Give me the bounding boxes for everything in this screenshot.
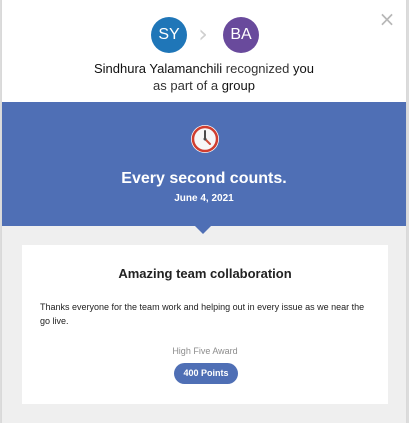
recognition-line-1: Sindhura Yalamanchili recognized you	[2, 61, 406, 76]
sender-name: Sindhura Yalamanchili	[94, 61, 223, 76]
close-icon[interactable]: ×	[378, 9, 396, 29]
group-prefix: as part of a	[153, 78, 219, 93]
group-word: group	[221, 78, 255, 93]
recipient-word: you	[293, 61, 314, 76]
chevron-right-icon: ›	[198, 20, 208, 48]
card-message: Thanks everyone for the team work and he…	[40, 302, 365, 326]
points-badge: 400 Points	[174, 363, 238, 384]
award-name: High Five Award	[172, 346, 238, 356]
card-title: Amazing team collaboration	[118, 266, 292, 281]
award-banner: Every second counts. June 4, 2021	[2, 102, 406, 234]
recipient-avatar: BA	[223, 17, 259, 53]
recognition-header: × SY › BA Sindhura Yalamanchili recogniz…	[2, 0, 406, 102]
sender-avatar: SY	[151, 17, 187, 53]
recognition-modal: × SY › BA Sindhura Yalamanchili recogniz…	[1, 0, 407, 423]
recipient-avatar-initials: BA	[230, 26, 252, 43]
banner-date: June 4, 2021	[174, 193, 234, 204]
recognition-line-2: as part of a group	[2, 78, 406, 93]
recognized-text: recognized	[225, 61, 290, 76]
recognition-card: Amazing team collaboration Thanks everyo…	[22, 245, 388, 404]
banner-pointer	[195, 226, 211, 234]
banner-title: Every second counts.	[121, 170, 287, 187]
sender-avatar-initials: SY	[158, 26, 180, 43]
clock-icon	[191, 125, 219, 153]
